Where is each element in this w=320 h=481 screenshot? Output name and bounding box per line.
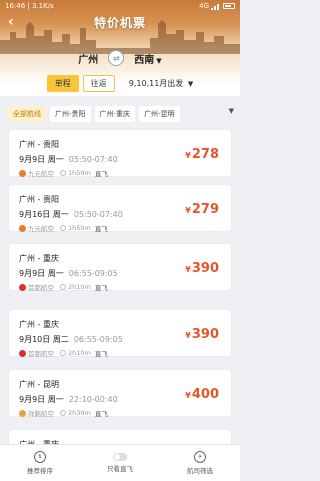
flight-route: 广州 - 贵阳 bbox=[19, 195, 59, 204]
direct-flight-label: 直飞 bbox=[94, 410, 108, 418]
signal-icon bbox=[211, 3, 219, 10]
flight-times: 05:50-07:40 bbox=[68, 155, 118, 164]
flight-date: 9月9日 周一 05:50-07:40 bbox=[19, 155, 118, 164]
flight-route: 广州 - 重庆 bbox=[19, 254, 59, 263]
airline-name: 祥鹏航空 bbox=[28, 410, 54, 418]
airline-logo-icon bbox=[19, 409, 26, 417]
origin-city[interactable]: 广州 bbox=[78, 51, 98, 66]
direct-flight-label: 直飞 bbox=[94, 225, 108, 233]
flight-date: 9月9日 周一 06:55-09:05 bbox=[19, 269, 118, 278]
flight-card[interactable]: 广州 - 昆明 9月9日 周一 22:10-00:40 祥鹏航空 2h30m 直飞… bbox=[9, 370, 231, 418]
flight-duration: 1h50m bbox=[68, 169, 91, 177]
flight-card[interactable]: 广州 - 贵阳 9月16日 周一 05:50-07:40 九元航空 1h50m 直… bbox=[9, 185, 231, 233]
flight-date: 9月9日 周一 22:10-00:40 bbox=[19, 395, 118, 404]
filter-chip-guiyang[interactable]: 广州-贵阳 bbox=[50, 106, 91, 122]
clock-icon bbox=[60, 350, 66, 356]
flight-price: ¥278 bbox=[185, 147, 219, 162]
airline-name: 九元航空 bbox=[28, 225, 54, 233]
filter-chip-chongqing[interactable]: 广州-重庆 bbox=[94, 106, 136, 122]
airline-logo-icon bbox=[19, 169, 26, 177]
flight-date: 9月10日 周二 06:55-09:05 bbox=[19, 335, 123, 344]
filter-chip-kunming[interactable]: 广州-昆明 bbox=[139, 106, 180, 122]
battery-icon bbox=[223, 3, 235, 9]
clock-icon bbox=[60, 170, 66, 176]
flight-times: 05:50-07:40 bbox=[73, 210, 123, 219]
clock-icon bbox=[60, 410, 66, 416]
airline-filter-icon: ✈ bbox=[194, 451, 206, 463]
airline-name: 九元航空 bbox=[28, 170, 54, 178]
route-filter-bar: 全部航线 广州-贵阳 广州-重庆 广州-昆明 ▼ bbox=[0, 103, 240, 125]
clock-icon bbox=[60, 225, 66, 231]
departure-month-selector[interactable]: 9,10,11月出发 ▼ bbox=[129, 78, 193, 89]
flight-duration: 2h30m bbox=[68, 409, 91, 417]
flight-duration: 2h10m bbox=[68, 283, 91, 291]
flight-card[interactable]: 广州 - 贵阳 9月9日 周一 05:50-07:40 九元航空 1h50m 直飞… bbox=[9, 130, 231, 178]
sort-icon: ⇅ bbox=[34, 451, 46, 463]
flight-card[interactable]: 广州 - 重庆 9月10日 周二 06:55-09:05 首都航空 2h10m 直… bbox=[9, 310, 231, 358]
back-arrow-icon[interactable]: ‹ bbox=[8, 14, 14, 30]
flight-times: 06:55-09:05 bbox=[68, 269, 118, 278]
direct-flight-label: 直飞 bbox=[94, 350, 108, 358]
swap-icon[interactable]: ⇄ bbox=[108, 50, 125, 66]
flight-meta: 祥鹏航空 2h30m 直飞 bbox=[19, 408, 108, 418]
airline-filter-button[interactable]: ✈ 航司筛选 bbox=[170, 451, 230, 475]
flight-price: ¥390 bbox=[185, 327, 219, 342]
airline-logo-icon bbox=[19, 224, 26, 232]
airline-logo-icon bbox=[19, 283, 26, 291]
network-label: 4G bbox=[199, 2, 209, 10]
flight-route: 广州 - 重庆 bbox=[19, 320, 59, 329]
direct-flight-label: 直飞 bbox=[94, 170, 108, 178]
destination-city[interactable]: 西南 ▼ bbox=[134, 51, 161, 66]
chevron-down-icon: ▼ bbox=[187, 79, 194, 88]
direct-only-label: 只看直飞 bbox=[107, 465, 133, 473]
flight-price: ¥400 bbox=[185, 387, 219, 402]
flight-times: 22:10-00:40 bbox=[68, 395, 118, 404]
bottom-toolbar: ⇅ 推荐排序 只看直飞 ✈ 航司筛选 bbox=[0, 444, 240, 481]
flight-times: 06:55-09:05 bbox=[73, 335, 123, 344]
dropdown-icon[interactable]: ▼ bbox=[229, 107, 234, 115]
status-indicators: 4G bbox=[199, 2, 235, 10]
round-trip-button[interactable]: 往返 bbox=[82, 74, 115, 92]
flight-date: 9月16日 周一 05:50-07:40 bbox=[19, 210, 123, 219]
top-bar: ‹ 特价机票 bbox=[0, 12, 240, 32]
filter-chip-all[interactable]: 全部航线 bbox=[8, 106, 46, 122]
page-title: 特价机票 bbox=[93, 15, 146, 30]
status-time: 16:46 | 3.1K/s bbox=[5, 2, 54, 10]
route-selector: 广州 ⇄ 西南 ▼ bbox=[0, 48, 240, 68]
flight-price: ¥390 bbox=[185, 261, 219, 276]
flight-card[interactable]: 广州 - 重庆 9月9日 周一 06:55-09:05 首都航空 2h10m 直飞… bbox=[9, 244, 231, 292]
flight-meta: 首都航空 2h10m 直飞 bbox=[19, 282, 108, 292]
status-bar: 16:46 | 3.1K/s 4G bbox=[0, 0, 240, 12]
airline-name: 首都航空 bbox=[28, 284, 54, 292]
flight-meta: 九元航空 1h50m 直飞 bbox=[19, 223, 108, 233]
flight-route: 广州 - 昆明 bbox=[19, 380, 59, 389]
direct-only-toggle[interactable]: 只看直飞 bbox=[90, 453, 150, 473]
one-way-button[interactable]: 单程 bbox=[46, 74, 79, 92]
flight-meta: 首都航空 2h10m 直飞 bbox=[19, 348, 108, 358]
flight-route: 广州 - 贵阳 bbox=[19, 140, 59, 149]
airline-logo-icon bbox=[19, 349, 26, 357]
sort-label: 推荐排序 bbox=[27, 467, 53, 475]
sort-button[interactable]: ⇅ 推荐排序 bbox=[10, 451, 70, 475]
flight-price: ¥279 bbox=[185, 202, 219, 217]
direct-flight-label: 直飞 bbox=[94, 284, 108, 292]
airline-filter-label: 航司筛选 bbox=[187, 467, 213, 475]
flight-meta: 九元航空 1h50m 直飞 bbox=[19, 168, 108, 178]
trip-type-row: 单程 往返 9,10,11月出发 ▼ bbox=[0, 74, 240, 92]
airline-name: 首都航空 bbox=[28, 350, 54, 358]
chevron-down-icon: ▼ bbox=[156, 56, 162, 65]
clock-icon bbox=[60, 284, 66, 290]
flight-duration: 2h10m bbox=[68, 349, 91, 357]
toggle-switch-icon bbox=[113, 453, 127, 461]
flight-duration: 1h50m bbox=[68, 224, 91, 232]
